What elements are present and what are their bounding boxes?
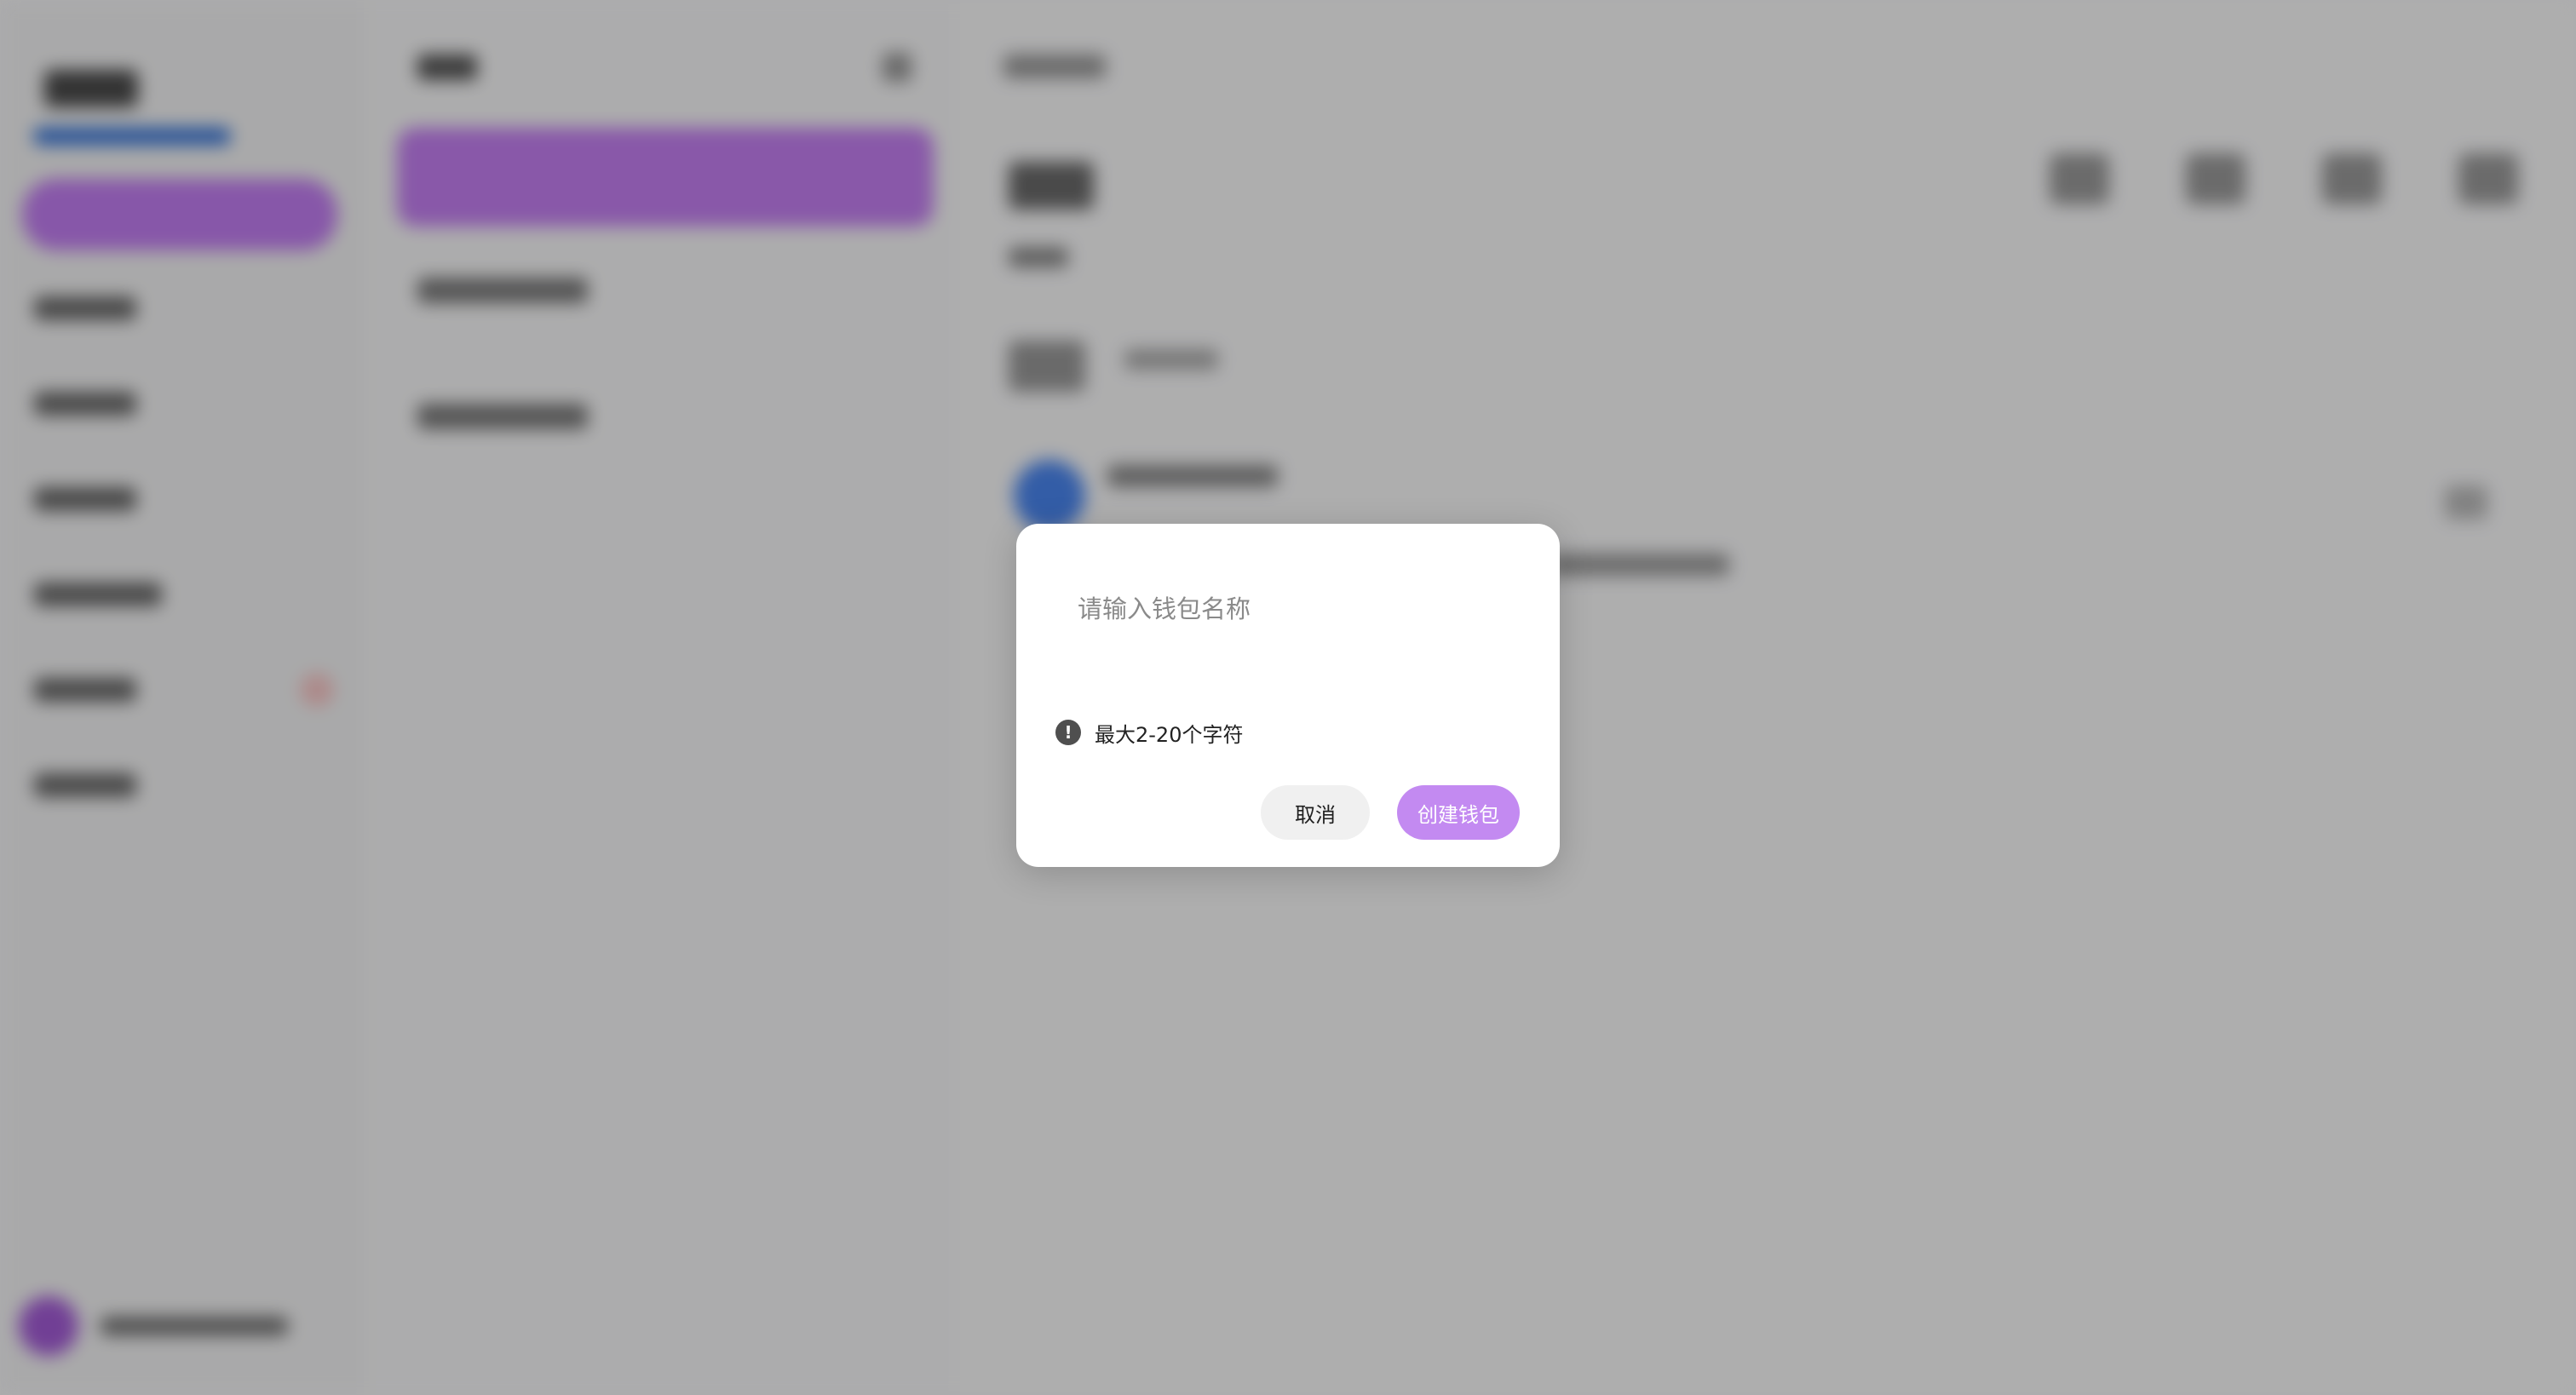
- app-window: ! 最大2-20个字符 取消 创建钱包: [0, 0, 2576, 1395]
- create-wallet-button[interactable]: 创建钱包: [1397, 785, 1520, 840]
- create-wallet-dialog: ! 最大2-20个字符 取消 创建钱包: [1016, 524, 1560, 867]
- hint-row: ! 最大2-20个字符: [1055, 718, 1243, 747]
- hint-text: 最大2-20个字符: [1095, 722, 1244, 747]
- wallet-name-input[interactable]: [1078, 575, 1504, 643]
- cancel-button[interactable]: 取消: [1261, 785, 1370, 840]
- exclamation-circle-icon: !: [1055, 720, 1081, 745]
